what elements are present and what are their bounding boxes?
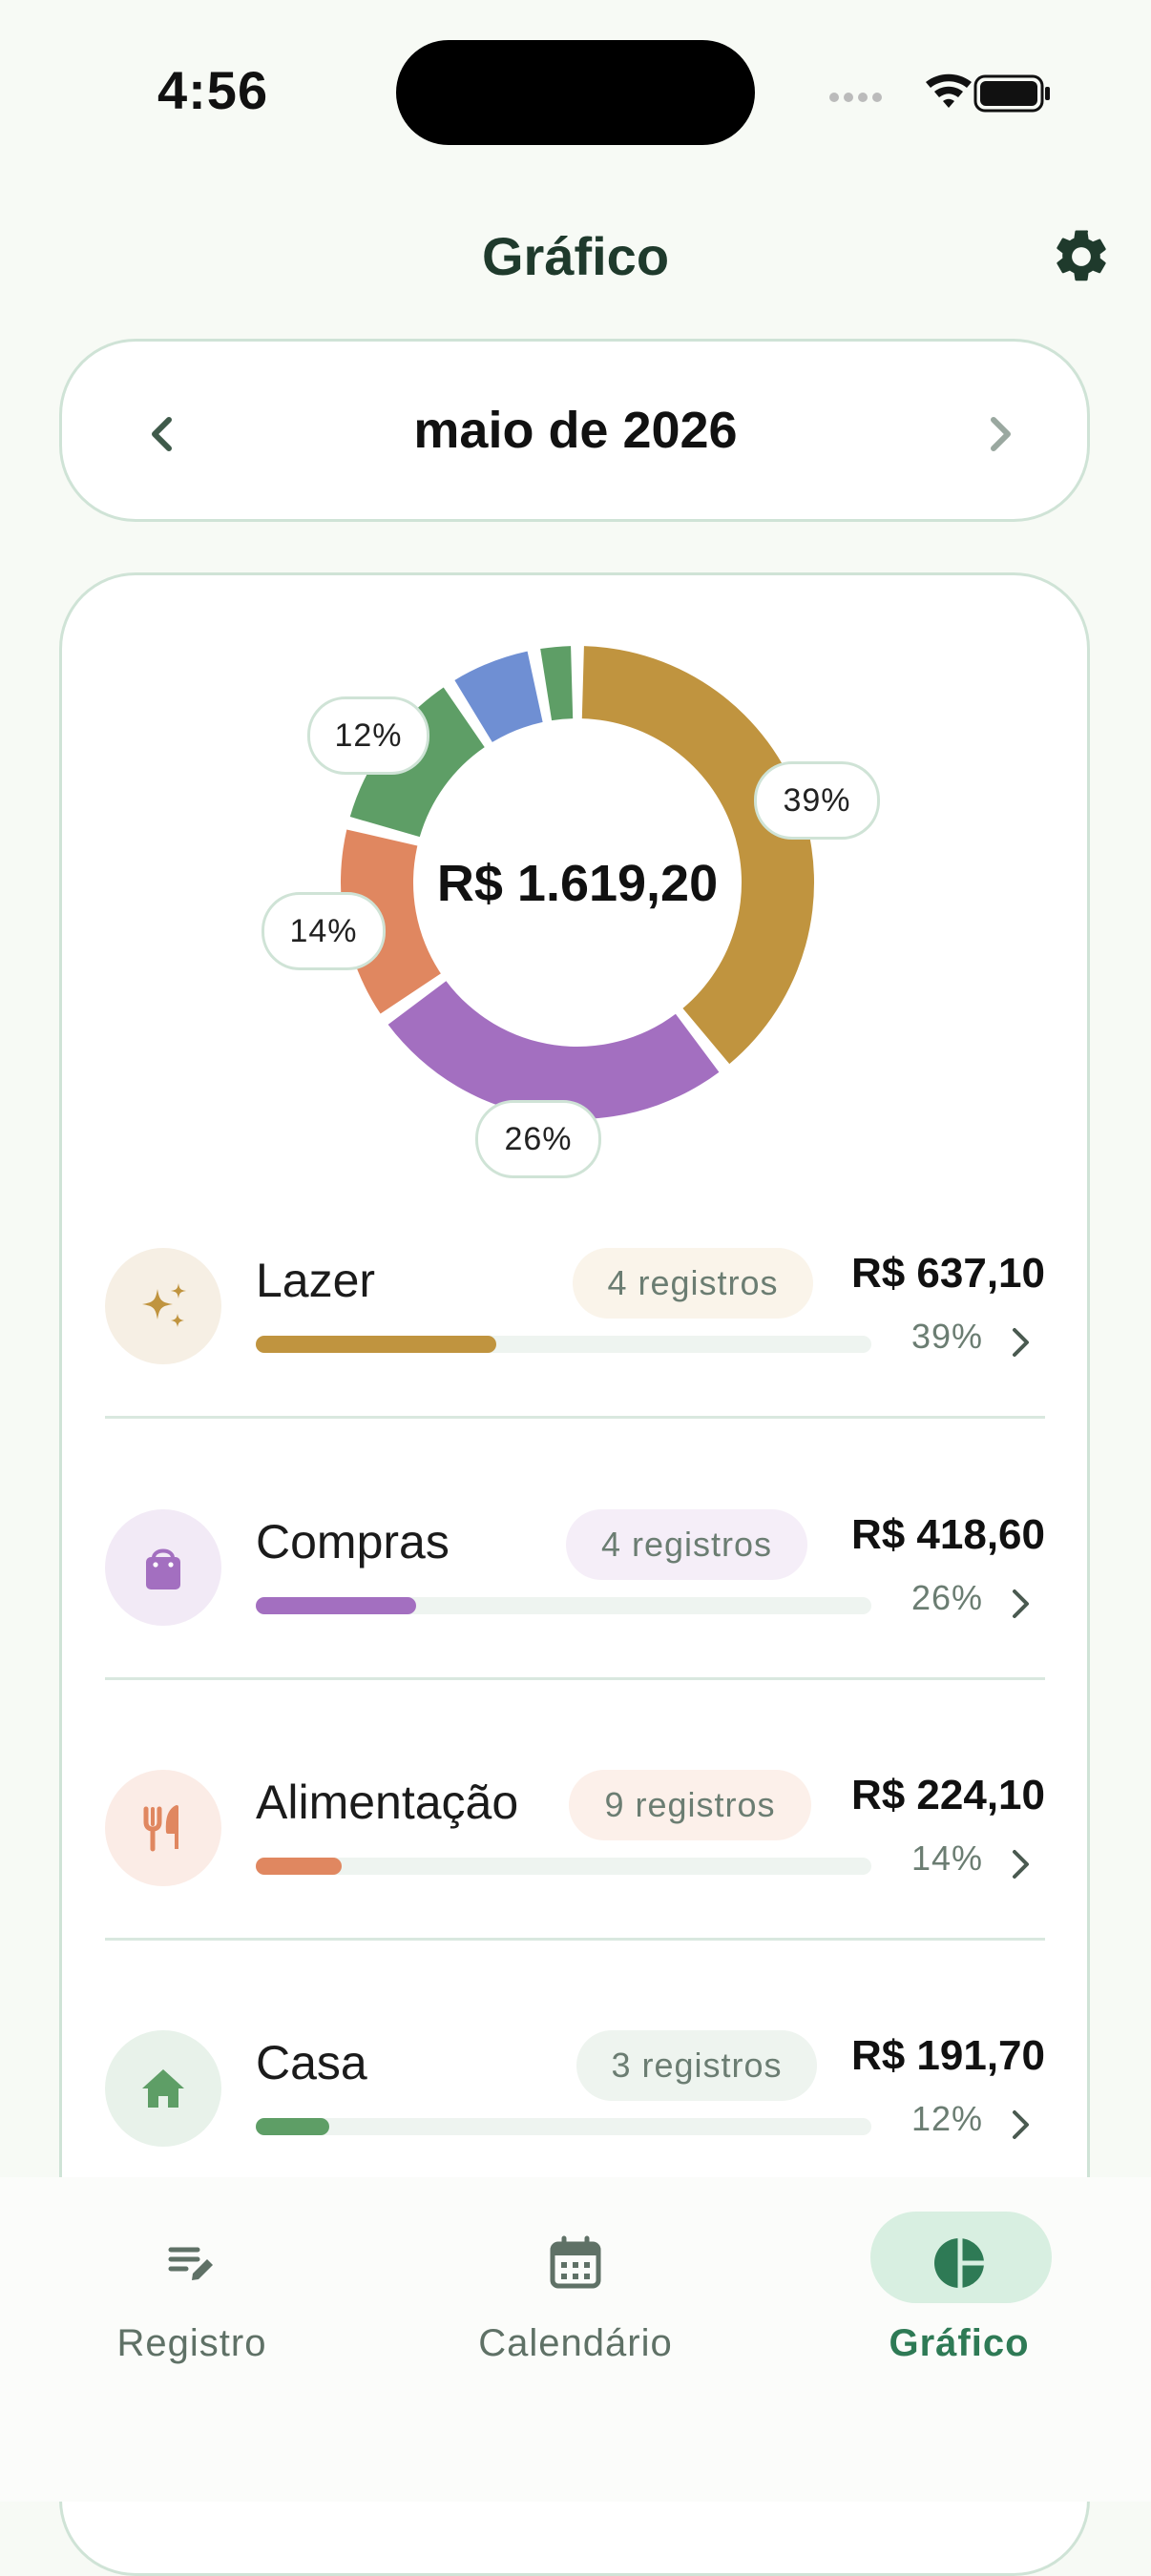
fork-knife-icon [143,1805,178,1852]
pie-chart-icon [934,2236,986,2290]
category-row-alimentacao[interactable]: Alimentação 9 registros R$ 224,10 14% [105,1722,1045,1984]
progress-track [256,1858,871,1875]
chevron-right-icon[interactable] [972,401,1029,467]
chevron-right-icon[interactable] [1009,1844,1034,1884]
category-name: Alimentação [256,1776,519,1829]
nav-calendario[interactable]: Calendário [384,2177,767,2387]
category-amount: R$ 418,60 [850,1511,1045,1558]
category-name: Compras [256,1515,450,1568]
progress-fill [256,2118,329,2135]
donut-label-alimentacao: 14% [262,892,386,970]
progress-fill [256,1336,496,1353]
cellular-signal-icon [829,93,882,102]
category-count: 4 registros [573,1248,813,1319]
sparkles-icon [142,1283,186,1327]
chevron-right-icon[interactable] [1009,1322,1034,1362]
nav-label: Registro [116,2322,267,2364]
donut-label-compras: 26% [475,1100,601,1178]
category-count: 9 registros [569,1770,811,1840]
category-percent: 12% [910,2099,983,2138]
calendar-icon [550,2235,601,2289]
category-amount: R$ 637,10 [850,1250,1045,1297]
category-name: Casa [256,2036,367,2089]
category-icon-casa [105,2030,221,2147]
shopping-bag-icon [146,1548,180,1589]
progress-fill [256,1597,416,1614]
category-icon-alimentacao [105,1770,221,1886]
progress-track [256,2118,871,2135]
category-amount: R$ 191,70 [850,2032,1045,2079]
category-icon-compras [105,1509,221,1626]
bottom-nav: Registro Calendário Gráfico [0,2177,1151,2502]
category-percent: 39% [910,1317,983,1356]
chevron-right-icon[interactable] [1009,2105,1034,2145]
donut-label-casa: 12% [307,696,429,775]
category-name: Lazer [256,1254,376,1307]
progress-fill [256,1858,342,1875]
category-icon-lazer [105,1248,221,1364]
dynamic-island [396,40,755,145]
divider [105,1938,1045,1941]
progress-track [256,1597,871,1614]
category-count: 4 registros [566,1509,807,1580]
nav-label: Calendário [478,2322,673,2364]
battery-icon [973,74,1050,113]
status-icons [829,73,1050,113]
donut-label-lazer: 39% [754,761,880,840]
divider [105,1416,1045,1419]
gear-icon[interactable] [1050,225,1113,288]
house-icon [142,2069,184,2108]
donut-slice-compras [387,981,720,1119]
nav-registro[interactable]: Registro [0,2177,384,2387]
category-percent: 26% [910,1578,983,1617]
wifi-icon [926,73,972,108]
nav-label: Gráfico [889,2322,1030,2364]
status-time: 4:56 [157,60,269,120]
category-amount: R$ 224,10 [850,1772,1045,1818]
total-amount: R$ 1.619,20 [436,855,719,912]
page-title: Gráfico [481,226,670,286]
category-percent: 14% [910,1839,983,1878]
progress-track [256,1336,871,1353]
divider [105,1677,1045,1680]
category-count: 3 registros [576,2030,817,2101]
category-row-lazer[interactable]: Lazer 4 registros R$ 637,10 39% [105,1200,1045,1462]
nav-grafico[interactable]: Gráfico [767,2177,1151,2387]
edit-list-icon [168,2247,213,2280]
chevron-right-icon[interactable] [1009,1584,1034,1624]
donut-slice-outros-verde [540,646,574,721]
category-row-compras[interactable]: Compras 4 registros R$ 418,60 26% [105,1462,1045,1723]
